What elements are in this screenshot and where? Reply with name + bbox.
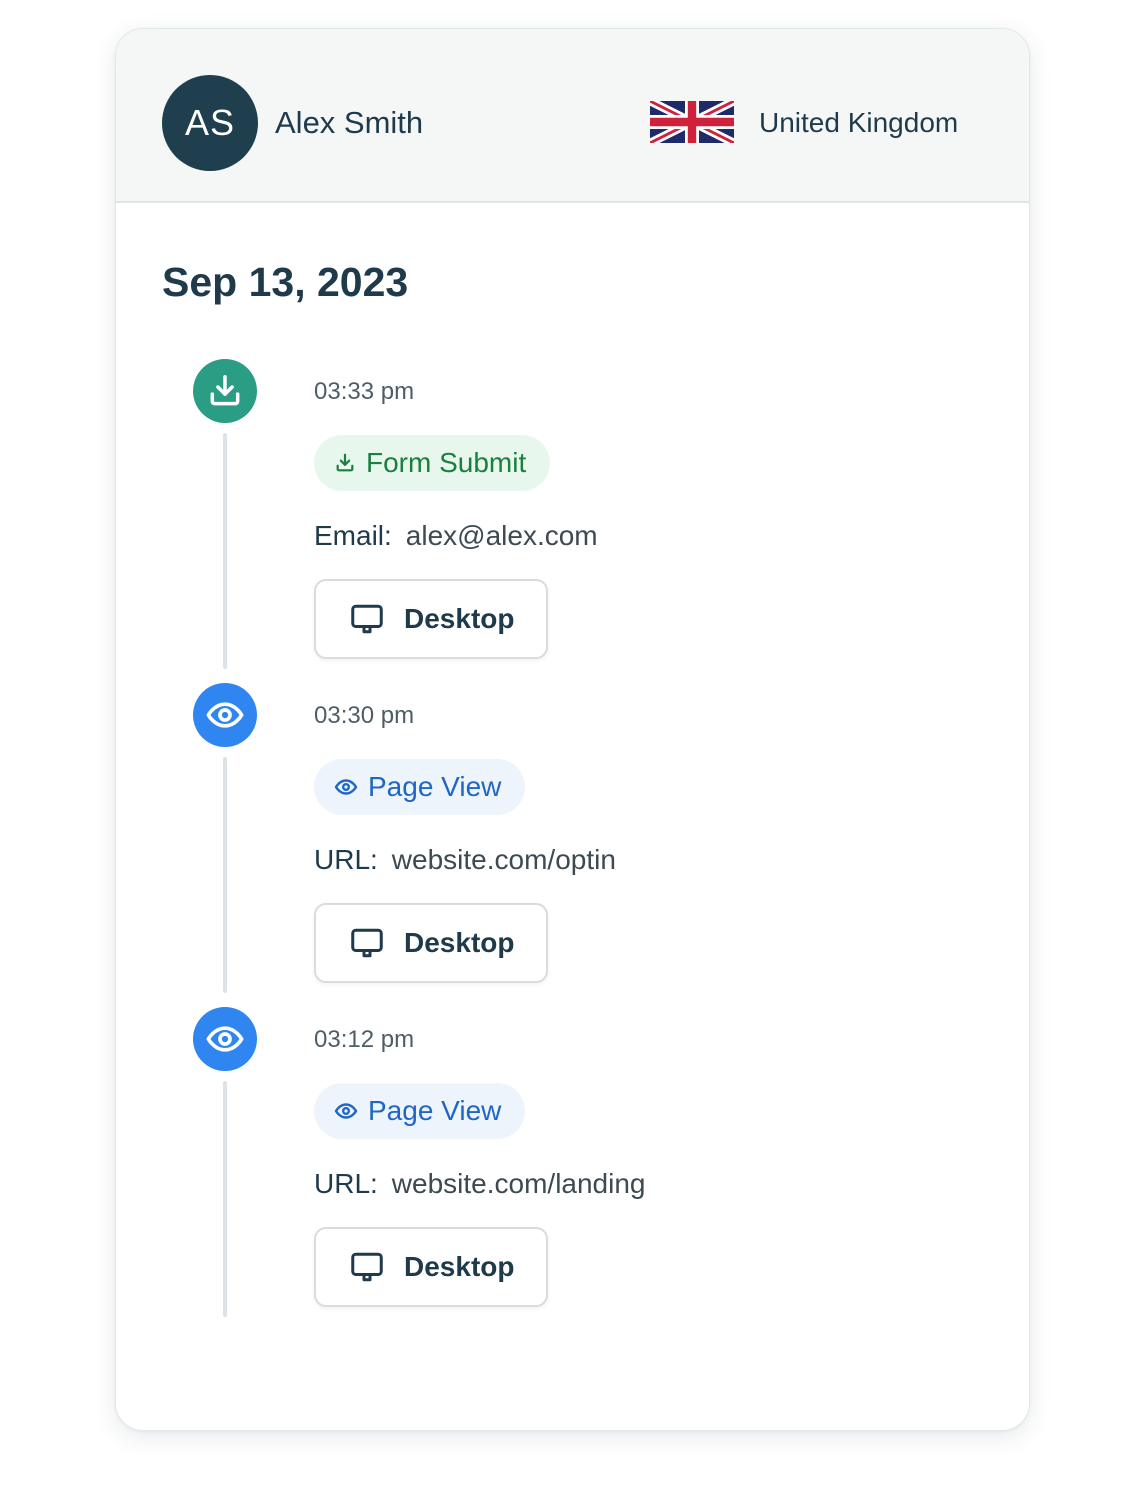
event-type-badge: Page View xyxy=(314,759,526,815)
eye-icon xyxy=(334,775,358,799)
eye-icon xyxy=(193,683,257,747)
timeline-date: Sep 13, 2023 xyxy=(162,259,409,305)
uk-flag-icon xyxy=(650,101,734,143)
download-icon xyxy=(334,452,356,474)
event-type-label: Page View xyxy=(368,1095,502,1126)
detail-label: Email: xyxy=(314,520,392,551)
detail-label: URL: xyxy=(314,1168,378,1199)
device-button[interactable]: Desktop xyxy=(314,1227,548,1307)
user-name: Alex Smith xyxy=(275,105,424,140)
profile-header: AS Alex Smith United Kingdom xyxy=(116,29,1029,203)
device-button[interactable]: Desktop xyxy=(314,579,548,659)
detail-value: website.com/landing xyxy=(391,1168,646,1199)
activity-card: AS Alex Smith United Kingdom Sep 13, 202… xyxy=(115,28,1030,1431)
event-time: 03:12 pm xyxy=(314,1026,415,1053)
device-label: Desktop xyxy=(404,1251,515,1282)
eye-icon xyxy=(193,1007,257,1071)
device-label: Desktop xyxy=(404,603,515,634)
timeline-connector xyxy=(223,433,227,669)
device-label: Desktop xyxy=(404,927,515,958)
detail-value: website.com/optin xyxy=(391,844,616,875)
timeline-connector xyxy=(223,757,227,993)
download-icon xyxy=(193,359,257,423)
event-time: 03:30 pm xyxy=(314,702,415,729)
monitor-icon xyxy=(348,601,386,637)
event-detail: URL: website.com/landing xyxy=(314,1167,646,1201)
event-detail: Email: alex@alex.com xyxy=(314,519,598,553)
monitor-icon xyxy=(348,925,386,961)
eye-icon xyxy=(334,1099,358,1123)
detail-value: alex@alex.com xyxy=(405,520,598,551)
timeline-connector xyxy=(223,1081,227,1317)
country-name: United Kingdom xyxy=(759,107,959,138)
monitor-icon xyxy=(348,1249,386,1285)
event-type-label: Form Submit xyxy=(366,447,527,478)
device-button[interactable]: Desktop xyxy=(314,903,548,983)
event-time: 03:33 pm xyxy=(314,378,415,405)
detail-label: URL: xyxy=(314,844,378,875)
event-detail: URL: website.com/optin xyxy=(314,843,616,877)
event-type-label: Page View xyxy=(368,771,502,802)
event-type-badge: Form Submit xyxy=(314,435,551,491)
avatar[interactable]: AS xyxy=(162,75,258,171)
event-type-badge: Page View xyxy=(314,1083,526,1139)
